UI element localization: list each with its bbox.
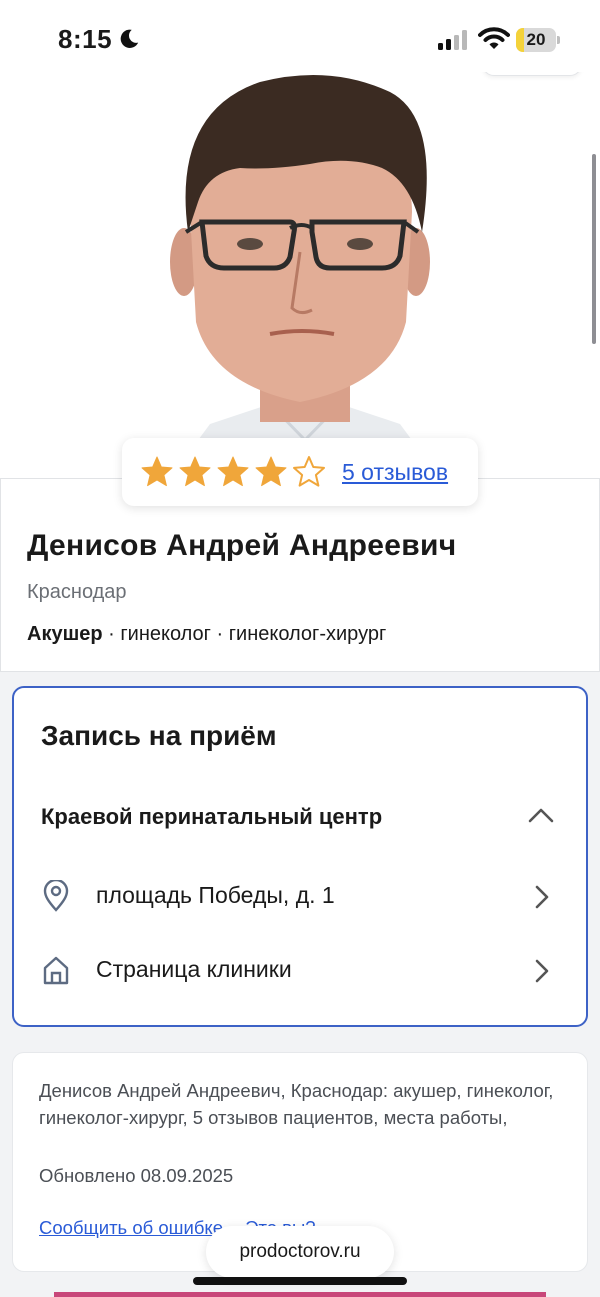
doctor-city: Краснодар: [27, 581, 127, 603]
chevron-right-icon: [535, 885, 549, 909]
doctor-description: Денисов Андрей Андреевич, Краснодар: аку…: [39, 1080, 554, 1128]
specialty-rest: · гинеколог · гинеколог-хирург: [102, 623, 387, 645]
doctor-profile-card: Денисов Андрей Андреевич Краснодар Акуше…: [0, 478, 600, 672]
star-icon: [217, 456, 249, 487]
home-icon: [43, 956, 69, 985]
rating-stars: [140, 455, 330, 489]
status-bar: 8:15 20: [0, 0, 600, 72]
clinic-name[interactable]: Краевой перинатальный центр: [41, 804, 382, 830]
scroll-indicator[interactable]: [592, 154, 596, 344]
report-error-link[interactable]: Сообщить об ошибке: [39, 1217, 223, 1238]
page: 8:15 20 Денисов Андрей Андреевич Краснод…: [0, 0, 600, 1297]
rating-widget: 5 отзывов: [122, 438, 478, 506]
wifi-icon: [478, 27, 510, 49]
doctor-photo: [170, 74, 440, 478]
doctor-photo-area: [0, 72, 600, 478]
bottom-banner-edge: [54, 1292, 546, 1297]
clinic-page-label: Страница клиники: [96, 956, 292, 982]
browser-url-bar[interactable]: prodoctorov.ru: [206, 1226, 394, 1278]
battery-indicator: 20: [516, 28, 560, 52]
doctor-name: Денисов Андрей Андреевич: [27, 529, 457, 562]
appointment-card: Запись на приём Краевой перинатальный це…: [12, 686, 588, 1027]
clinic-page-row[interactable]: Страница клиники: [14, 942, 586, 998]
appointment-title: Запись на приём: [41, 720, 277, 751]
star-icon: [141, 456, 173, 487]
top-floating-button[interactable]: [482, 72, 582, 76]
moon-icon: [120, 29, 139, 48]
signal-icon: [438, 30, 467, 50]
status-time: 8:15: [58, 24, 113, 54]
battery-body: 20: [516, 28, 556, 52]
doctor-specialties: Акушер · гинеколог · гинеколог-хирург: [27, 623, 386, 646]
star-icon: [179, 456, 211, 487]
battery-percent: 20: [526, 30, 546, 49]
specialty-main: Акушер: [27, 623, 103, 645]
reviews-link[interactable]: 5 отзывов: [342, 459, 448, 486]
chevron-up-icon[interactable]: [528, 806, 554, 824]
location-pin-icon: [43, 880, 69, 912]
address-row[interactable]: площадь Победы, д. 1: [14, 868, 586, 924]
chevron-right-icon: [535, 959, 549, 983]
star-icon: [255, 456, 287, 487]
star-icon: [293, 456, 325, 487]
home-indicator[interactable]: [193, 1277, 407, 1285]
address-label: площадь Победы, д. 1: [96, 882, 335, 908]
updated-date: Обновлено 08.09.2025: [39, 1165, 234, 1186]
battery-cap: [557, 36, 560, 44]
